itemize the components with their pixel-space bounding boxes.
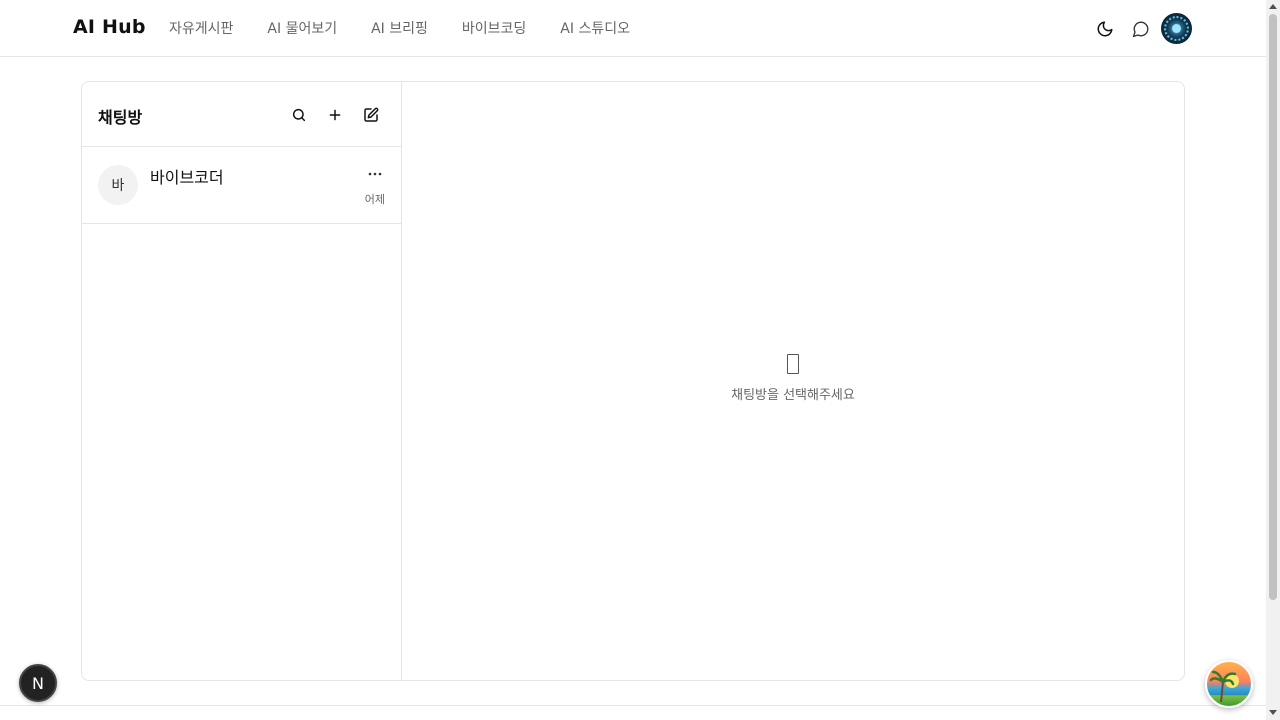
edit-button[interactable] <box>357 101 385 129</box>
moon-icon <box>1097 21 1113 36</box>
plus-icon <box>329 109 341 121</box>
next-dev-badge[interactable]: N <box>19 664 57 702</box>
add-room-button[interactable] <box>321 101 349 129</box>
room-timestamp: 어제 <box>364 193 385 206</box>
assistant-fab-button[interactable] <box>1205 660 1253 708</box>
sidebar-tools <box>285 101 385 129</box>
room-avatar: 바 <box>98 165 138 205</box>
main-nav: 자유게시판 AI 물어보기 AI 브리핑 바이브코딩 AI 스튜디오 <box>169 18 664 38</box>
room-name: 바이브코더 <box>150 168 224 187</box>
more-horizontal-icon <box>368 172 382 176</box>
user-avatar[interactable] <box>1161 13 1192 44</box>
chat-room-item[interactable]: 바 바이브코더 어제 <box>82 147 401 224</box>
nav-item-free-board[interactable]: 자유게시판 <box>169 18 233 38</box>
nav-item-vibe-coding[interactable]: 바이브코딩 <box>462 18 526 38</box>
chat-container: 채팅방 바 바이브코더 어제 채팅방을 선택해주세요 <box>81 81 1185 681</box>
palm-tree-icon <box>1209 670 1237 703</box>
edit-icon <box>364 107 379 122</box>
empty-state: 채팅방을 선택해주세요 <box>402 354 1184 403</box>
theme-toggle-button[interactable] <box>1091 14 1119 44</box>
sidebar-title: 채팅방 <box>98 108 143 127</box>
sidebar-header: 채팅방 <box>82 82 401 147</box>
room-more-button[interactable] <box>363 165 387 183</box>
scroll-down-arrow-icon[interactable] <box>1269 710 1277 715</box>
chat-bubble-icon <box>1132 21 1149 37</box>
search-icon <box>292 108 306 122</box>
scroll-up-arrow-icon[interactable] <box>1269 4 1277 9</box>
missing-glyph-icon <box>787 354 799 374</box>
page-scrollbar[interactable] <box>1266 0 1280 720</box>
brand-logo[interactable]: AI Hub <box>73 16 146 38</box>
top-header: AI Hub 자유게시판 AI 물어보기 AI 브리핑 바이브코딩 AI 스튜디… <box>0 0 1266 57</box>
nav-item-ai-studio[interactable]: AI 스튜디오 <box>560 18 630 38</box>
footer-divider <box>0 705 1266 706</box>
nav-item-ai-briefing[interactable]: AI 브리핑 <box>371 18 428 38</box>
scrollbar-thumb[interactable] <box>1269 14 1277 600</box>
nav-item-ai-ask[interactable]: AI 물어보기 <box>267 18 337 38</box>
header-actions <box>1091 13 1192 44</box>
messages-button[interactable] <box>1127 14 1155 44</box>
chat-pane: 채팅방을 선택해주세요 <box>402 82 1184 680</box>
empty-state-message: 채팅방을 선택해주세요 <box>731 388 855 403</box>
chat-room-sidebar: 채팅방 바 바이브코더 어제 <box>82 82 402 680</box>
search-button[interactable] <box>285 101 313 129</box>
